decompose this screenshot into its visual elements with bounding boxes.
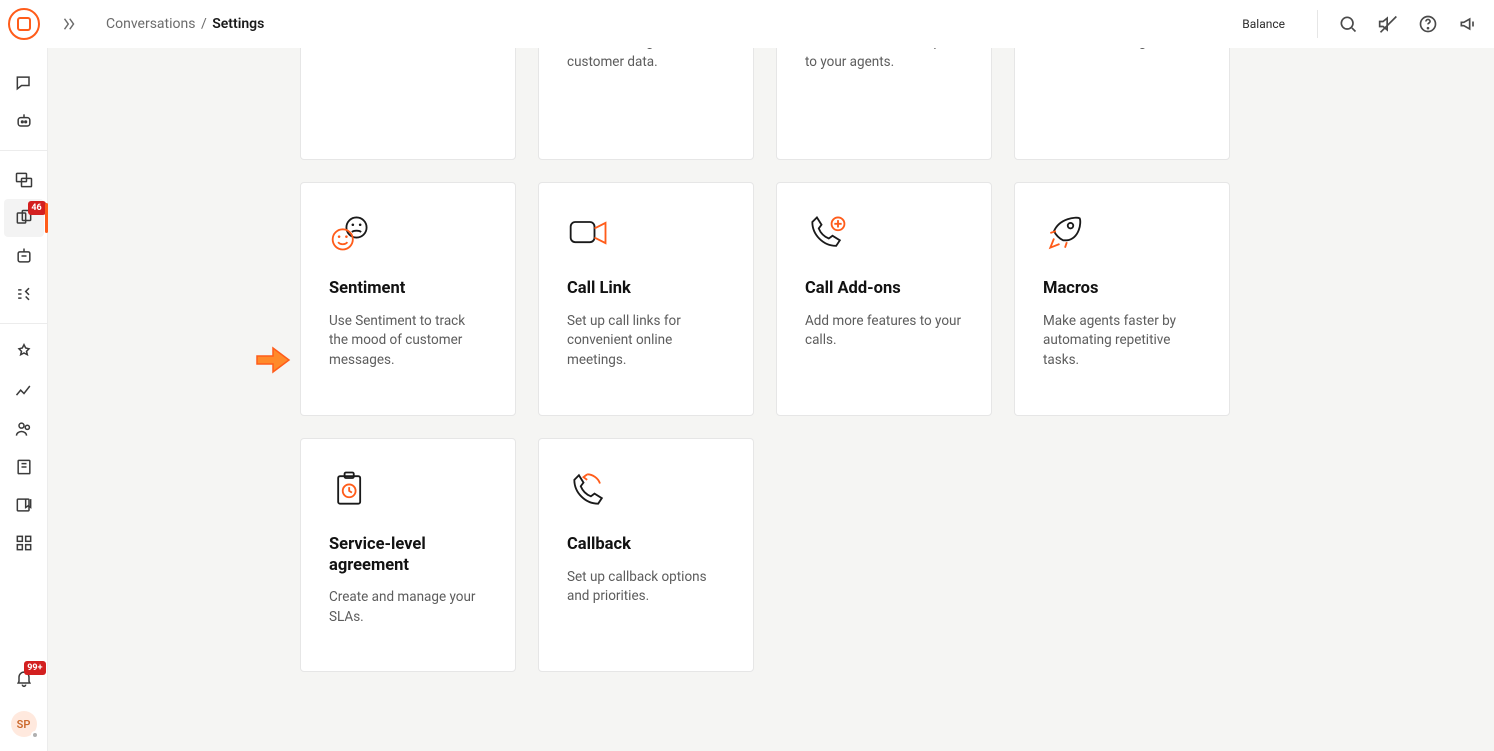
main-content: Personalize email content and configure … (48, 48, 1494, 751)
nav-threads-icon[interactable] (4, 161, 44, 199)
app-logo[interactable] (8, 8, 40, 40)
breadcrumb-current: Settings (212, 16, 264, 32)
nav-alerts-badge: 99+ (24, 661, 45, 675)
card-desc: Display external information to agents (1043, 48, 1201, 53)
nav-people-icon[interactable] (4, 410, 44, 448)
card-desc: Make agents faster by automating repetit… (1043, 312, 1201, 371)
card-title: Callback (567, 535, 725, 556)
presence-dot (31, 731, 39, 739)
megaphone-icon[interactable] (1458, 14, 1478, 34)
settings-card-call-link[interactable]: Call Link Set up call links for convenie… (538, 182, 754, 416)
card-desc: Document conversation outcomes to gather… (567, 48, 725, 72)
mute-icon[interactable] (1378, 14, 1398, 34)
phone-plus-icon (805, 213, 849, 253)
nav-analytics-icon[interactable] (4, 372, 44, 410)
card-desc: Set up callback options and priorities. (567, 568, 725, 607)
settings-card-cards[interactable]: Cards Display external information to ag… (1014, 48, 1230, 160)
card-desc: Set up call links for convenient online … (567, 312, 725, 371)
breadcrumb-sep: / (201, 16, 210, 32)
nav-automation-icon[interactable] (4, 237, 44, 275)
card-title: Sentiment (329, 279, 487, 300)
nav-integrations-icon[interactable] (4, 334, 44, 372)
topbar: Conversations / Settings Balance (0, 0, 1494, 48)
nav-templates-badge: 46 (28, 201, 46, 215)
pointer-arrow-icon (255, 345, 291, 379)
sentiment-icon (329, 213, 373, 253)
balance-label[interactable]: Balance (1242, 17, 1285, 31)
nav-bot-icon[interactable] (4, 102, 44, 140)
expand-sidebar-toggle[interactable] (60, 15, 78, 33)
settings-card-sla[interactable]: Service-level agreement Create and manag… (300, 438, 516, 672)
settings-card-card[interactable]: Card Display customer information from P… (776, 48, 992, 160)
nav-tags-icon[interactable] (4, 275, 44, 313)
settings-card-callback[interactable]: Callback Set up callback options and pri… (538, 438, 754, 672)
card-desc: Add more features to your calls. (805, 312, 963, 351)
user-avatar[interactable]: SP (11, 711, 37, 737)
avatar-initials: SP (17, 718, 31, 731)
settings-card-sentiment[interactable]: Sentiment Use Sentiment to track the moo… (300, 182, 516, 416)
card-title: Call Add-ons (805, 279, 963, 300)
breadcrumb-parent[interactable]: Conversations (106, 16, 195, 32)
settings-card-macros[interactable]: Macros Make agents faster by automating … (1014, 182, 1230, 416)
rocket-icon (1043, 213, 1087, 253)
card-title: Macros (1043, 279, 1201, 300)
search-icon[interactable] (1338, 14, 1358, 34)
nav-apps-icon[interactable] (4, 524, 44, 562)
settings-card-call-addons[interactable]: Call Add-ons Add more features to your c… (776, 182, 992, 416)
card-desc: Use Sentiment to track the mood of custo… (329, 312, 487, 371)
clipboard-clock-icon (329, 469, 373, 509)
help-icon[interactable] (1418, 14, 1438, 34)
left-rail: 46 99+ SP (0, 48, 48, 751)
card-desc: Display customer information from People… (805, 48, 963, 72)
divider (1317, 10, 1318, 38)
nav-bookmarks-icon[interactable] (4, 486, 44, 524)
card-desc: Create and manage your SLAs. (329, 588, 487, 627)
nav-templates-icon[interactable]: 46 (4, 199, 44, 237)
breadcrumb: Conversations / Settings (106, 16, 264, 32)
video-icon (567, 213, 611, 253)
nav-alerts-icon[interactable]: 99+ (4, 659, 44, 697)
callback-icon (567, 469, 611, 509)
nav-conversations-icon[interactable] (4, 64, 44, 102)
card-title: Call Link (567, 279, 725, 300)
card-title: Service-level agreement (329, 535, 487, 576)
settings-card-email[interactable]: Personalize email content and configure … (300, 48, 516, 160)
nav-knowledge-icon[interactable] (4, 448, 44, 486)
settings-card-forms[interactable]: Forms Document conversation outcomes to … (538, 48, 754, 160)
